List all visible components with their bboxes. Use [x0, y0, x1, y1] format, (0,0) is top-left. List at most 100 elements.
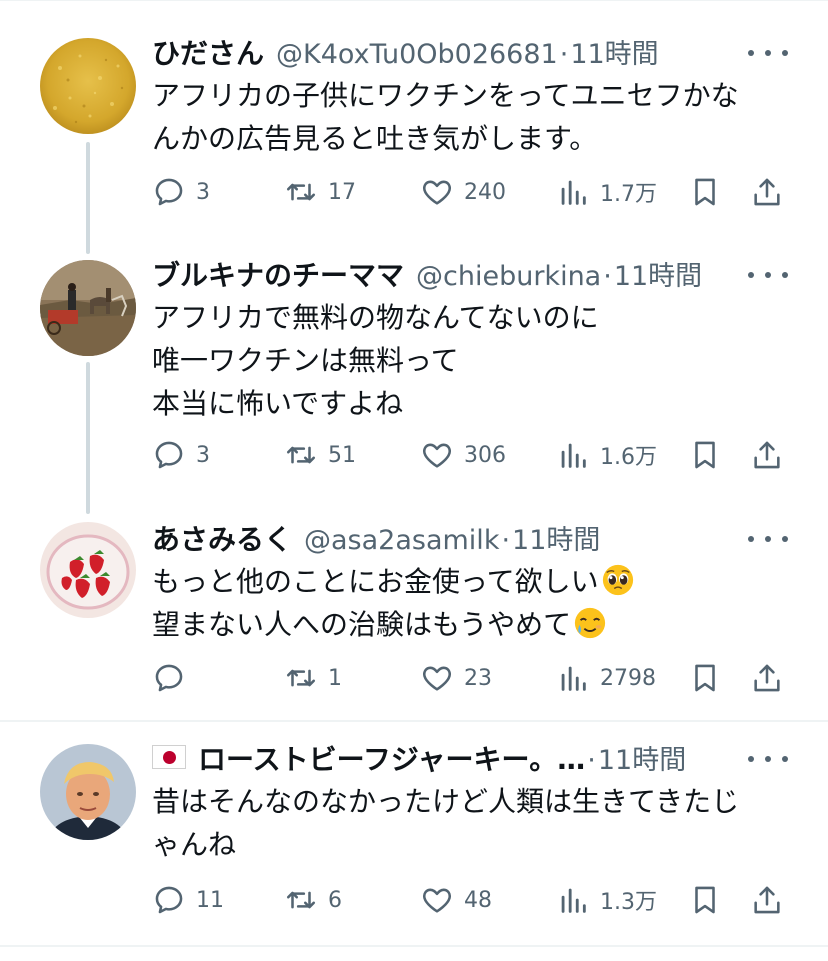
display-name[interactable]: ブルキナのチーママ	[152, 254, 404, 294]
tweet-header: ひださん @K4oxTu0Ob026681 · 11時間	[152, 32, 780, 72]
action-bar: 3 51 306 1.6万	[152, 435, 792, 475]
views-chart-icon	[561, 443, 586, 468]
reply-count: 3	[196, 179, 210, 205]
avatar-roastbeef-jerky[interactable]	[40, 744, 136, 840]
retweet-icon	[286, 669, 316, 687]
view-count: 1.7万	[600, 182, 657, 207]
view-count: 1.6万	[600, 445, 657, 470]
tweet-text-span: もっと他のことにお金使って欲しい	[152, 565, 599, 598]
more-options-icon[interactable]	[748, 38, 788, 68]
display-name[interactable]: ひださん	[152, 32, 264, 72]
heart-icon	[423, 888, 451, 913]
reply-button[interactable]: 11	[152, 880, 224, 920]
timestamp[interactable]: 11時間	[512, 518, 600, 557]
views-button[interactable]: 1.6万	[556, 435, 657, 475]
retweet-button[interactable]: 1	[284, 658, 342, 698]
tweet-text-line: アフリカの子供にワクチンをってユニセフかな	[152, 79, 739, 112]
tweet-text-line: んかの広告見ると吐き気がします。	[152, 122, 598, 155]
pleading-face-emoji-icon	[602, 564, 633, 596]
views-button[interactable]: 1.3万	[556, 880, 657, 920]
reply-icon	[155, 441, 183, 469]
more-options-icon[interactable]	[748, 524, 788, 554]
separator-dot: ·	[603, 261, 612, 292]
display-name[interactable]: ローストビーフジャーキー。…	[198, 738, 585, 778]
bookmark-icon	[695, 441, 715, 469]
heart-icon	[423, 180, 451, 205]
retweet-button[interactable]: 51	[284, 435, 356, 475]
tweet-2[interactable]: ブルキナのチーママ @chieburkina · 11時間 アフリカで無料の物な…	[0, 250, 828, 514]
separator-dot: ·	[587, 745, 596, 776]
share-button[interactable]	[750, 658, 784, 698]
tweet-text-line: 昔はそんなのなかったけど人類は生きてきたじ	[152, 785, 740, 818]
reply-button[interactable]	[152, 658, 196, 698]
avatar-chieburkina[interactable]	[40, 260, 136, 356]
views-button[interactable]: 2798	[556, 658, 656, 698]
tweet-text-line: アフリカで無料の物なんてないのに	[152, 301, 599, 334]
user-handle[interactable]: @chieburkina	[416, 261, 601, 292]
bookmark-button[interactable]	[688, 658, 722, 698]
bookmark-button[interactable]	[688, 880, 722, 920]
views-button[interactable]: 1.7万	[556, 172, 657, 212]
view-count: 2798	[600, 665, 656, 691]
thread-line	[86, 142, 90, 254]
bookmark-button[interactable]	[688, 435, 722, 475]
views-chart-icon	[561, 666, 586, 691]
action-bar: 3 17 240 1.7万	[152, 172, 792, 212]
tweet-text: アフリカで無料の物なんてないのに 唯一ワクチンは無料って 本当に怖いですよね	[152, 296, 792, 425]
share-icon	[754, 441, 780, 469]
user-handle[interactable]: @asa2asamilk	[304, 525, 499, 556]
tweet-text-line: もっと他のことにお金使って欲しい	[152, 560, 792, 603]
retweet-count: 6	[328, 887, 342, 913]
share-button[interactable]	[750, 880, 784, 920]
timestamp[interactable]: 11時間	[598, 738, 686, 777]
action-bar: 11 6 48 1.3万	[152, 880, 792, 920]
reply-button[interactable]: 3	[152, 172, 210, 212]
user-handle[interactable]: @K4oxTu0Ob026681	[276, 39, 558, 70]
retweet-count: 1	[328, 665, 342, 691]
share-icon	[754, 178, 780, 206]
bookmark-button[interactable]	[688, 172, 722, 212]
retweet-button[interactable]: 17	[284, 172, 356, 212]
retweet-count: 17	[328, 179, 356, 205]
thread-line	[86, 362, 90, 514]
like-button[interactable]: 23	[420, 658, 492, 698]
bookmark-icon	[695, 664, 715, 692]
tweet-text-span: 望まない人への治験はもうやめて	[152, 608, 572, 641]
tweet-1[interactable]: ひださん @K4oxTu0Ob026681 · 11時間 アフリカの子供にワクチ…	[0, 0, 828, 254]
tweet-header: あさみるく @asa2asamilk · 11時間	[152, 518, 780, 558]
timestamp[interactable]: 11時間	[570, 32, 658, 71]
tweet-3[interactable]: あさみるく @asa2asamilk · 11時間 もっと他のことにお金使って欲…	[0, 510, 828, 720]
more-options-icon[interactable]	[748, 260, 788, 290]
share-button[interactable]	[750, 435, 784, 475]
bookmark-icon	[695, 178, 715, 206]
share-icon	[754, 886, 780, 914]
like-count: 306	[464, 442, 506, 468]
like-button[interactable]: 48	[420, 880, 492, 920]
display-name[interactable]: あさみるく	[152, 518, 292, 558]
reply-button[interactable]: 3	[152, 435, 210, 475]
share-icon	[754, 664, 780, 692]
tweet-4[interactable]: ローストビーフジャーキー。… · 11時間 昔はそんなのなかったけど人類は生きて…	[0, 722, 828, 947]
tweet-text: もっと他のことにお金使って欲しい 望まない人への治験はもうやめて	[152, 560, 792, 646]
views-chart-icon	[561, 180, 586, 205]
share-button[interactable]	[750, 172, 784, 212]
like-button[interactable]: 306	[420, 435, 506, 475]
tweet-header: ブルキナのチーママ @chieburkina · 11時間	[152, 254, 780, 294]
separator-dot: ·	[559, 39, 569, 70]
retweet-button[interactable]: 6	[284, 880, 342, 920]
avatar-asa2asamilk[interactable]	[40, 522, 136, 618]
retweet-icon	[286, 446, 316, 464]
avatar-hidasan[interactable]	[40, 38, 136, 134]
views-chart-icon	[561, 888, 586, 913]
like-count: 23	[464, 665, 492, 691]
like-button[interactable]: 240	[420, 172, 506, 212]
donkey-cart-avatar-icon	[40, 260, 136, 356]
reply-count: 11	[196, 887, 224, 913]
tweet-divider	[0, 945, 828, 947]
tweet-header: ローストビーフジャーキー。… · 11時間	[152, 738, 780, 778]
separator-dot: ·	[501, 525, 511, 556]
retweet-count: 51	[328, 442, 356, 468]
yellow-texture-avatar-icon	[40, 38, 136, 134]
more-options-icon[interactable]	[748, 744, 788, 774]
timestamp[interactable]: 11時間	[614, 254, 702, 293]
